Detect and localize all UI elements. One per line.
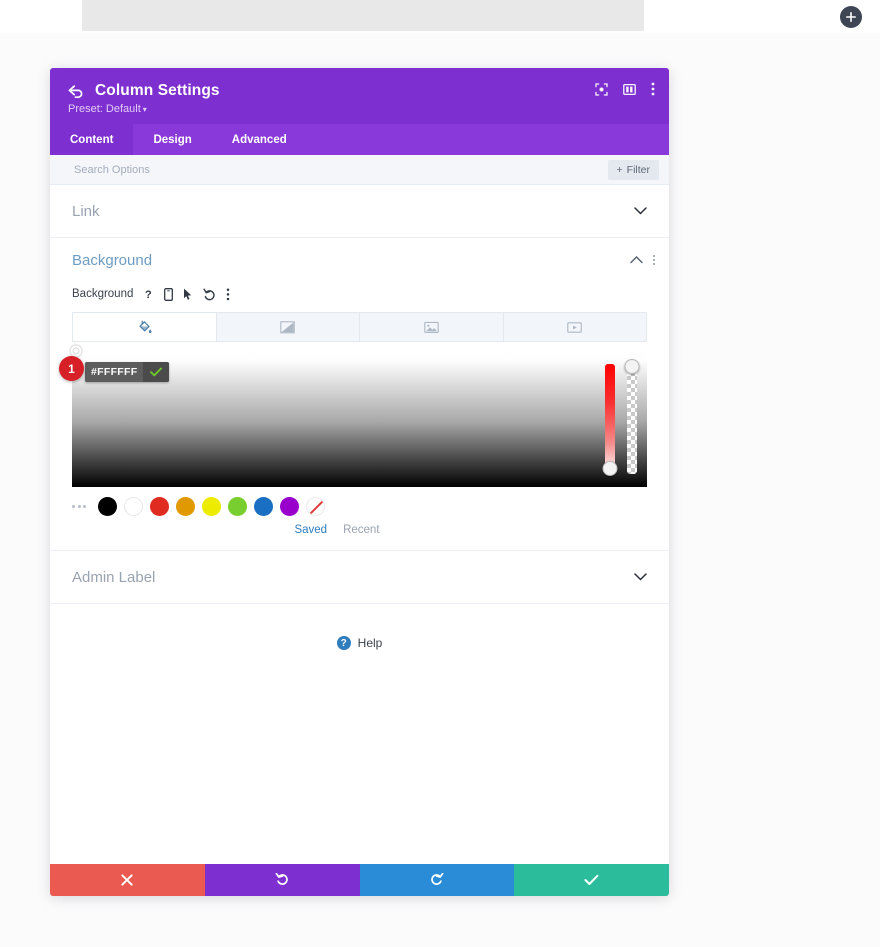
swatch-green[interactable] — [228, 497, 247, 516]
undo-button[interactable] — [204, 864, 360, 896]
paint-bucket-icon — [137, 320, 152, 335]
swatch-purple[interactable] — [280, 497, 299, 516]
more-vertical-icon[interactable] — [651, 82, 655, 96]
swatch-black[interactable] — [98, 497, 117, 516]
color-swatch-row — [50, 487, 669, 516]
filter-button[interactable]: + Filter — [607, 159, 659, 180]
add-section-button[interactable] — [840, 6, 862, 28]
tab-advanced[interactable]: Advanced — [212, 124, 307, 155]
help-row[interactable]: ? Help — [50, 604, 669, 694]
search-bar: + Filter — [50, 155, 669, 185]
more-colors-icon[interactable] — [72, 505, 86, 508]
palette-tab-saved[interactable]: Saved — [294, 524, 327, 536]
section-link-label: Link — [72, 202, 100, 220]
tab-design[interactable]: Design — [133, 124, 211, 155]
picker-cursor-handle[interactable] — [70, 345, 82, 357]
section-admin-label-text: Admin Label — [72, 568, 156, 586]
swatch-yellow[interactable] — [202, 497, 221, 516]
svg-text:?: ? — [145, 289, 152, 300]
modal-footer — [50, 864, 669, 896]
back-arrow-icon[interactable] — [68, 84, 83, 98]
hex-confirm-button[interactable] — [143, 362, 169, 382]
background-video-tab[interactable] — [503, 313, 646, 341]
background-image-tab[interactable] — [360, 313, 504, 341]
image-icon — [424, 320, 439, 335]
section-background-label: Background — [72, 251, 153, 269]
swatch-red[interactable] — [150, 497, 169, 516]
chevron-down-icon[interactable] — [634, 573, 647, 581]
hex-color-input[interactable] — [85, 362, 143, 382]
cancel-button[interactable] — [50, 864, 205, 896]
chevron-up-icon[interactable] — [630, 256, 643, 264]
step-badge-1: 1 — [59, 356, 84, 381]
hue-slider[interactable] — [602, 364, 618, 476]
background-field-label-row: Background ? — [50, 282, 669, 306]
alpha-slider[interactable] — [624, 359, 640, 474]
help-question-icon[interactable]: ? — [145, 288, 154, 300]
section-admin-label[interactable]: Admin Label — [50, 551, 669, 604]
page-content-block — [82, 0, 644, 31]
hover-cursor-icon[interactable] — [183, 288, 193, 301]
preset-caret-icon: ▾ — [142, 105, 147, 114]
section-options-icon[interactable] — [653, 255, 655, 265]
layout-panel-icon[interactable] — [623, 83, 636, 96]
redo-button[interactable] — [359, 864, 515, 896]
gradient-icon — [280, 320, 295, 335]
hex-color-field — [85, 362, 169, 382]
background-color-tab[interactable] — [73, 313, 217, 341]
search-input[interactable] — [72, 162, 608, 177]
background-gradient-tab[interactable] — [216, 313, 360, 341]
section-background-header[interactable]: Background — [50, 238, 669, 282]
background-type-tabs — [72, 312, 647, 342]
tab-content[interactable]: Content — [50, 124, 134, 155]
section-link[interactable]: Link — [50, 185, 669, 238]
focus-target-icon[interactable] — [595, 82, 608, 96]
filter-label: Filter — [626, 163, 650, 176]
responsive-phone-icon[interactable] — [164, 287, 174, 301]
modal-body-spacer — [50, 694, 669, 864]
modal-tabs: Content Design Advanced — [50, 124, 669, 155]
swatch-blue[interactable] — [254, 497, 273, 516]
palette-tab-recent[interactable]: Recent — [343, 524, 379, 536]
filter-plus-icon: + — [616, 163, 623, 176]
preset-label: Preset: Default — [68, 103, 141, 115]
swatch-transparent[interactable] — [306, 497, 325, 516]
video-icon — [567, 320, 582, 335]
palette-tabs: Saved Recent — [50, 516, 624, 550]
swatch-white[interactable] — [124, 497, 143, 516]
modal-title: Column Settings — [95, 82, 220, 99]
help-label: Help — [357, 636, 383, 650]
save-button[interactable] — [514, 864, 669, 896]
hue-slider-handle[interactable] — [602, 461, 618, 476]
preset-selector[interactable]: Preset: Default ▾ — [68, 103, 651, 115]
chevron-down-icon[interactable] — [634, 207, 647, 215]
alpha-slider-handle[interactable] — [624, 359, 640, 374]
help-question-icon: ? — [336, 636, 351, 650]
section-background: Background Background ? 1 #FFFFFF Saved … — [50, 238, 669, 551]
color-picker: 1 — [59, 345, 647, 487]
more-options-icon[interactable] — [226, 288, 230, 301]
modal-header: Column Settings Preset: Default ▾ — [50, 68, 669, 124]
header-icon-group — [595, 82, 655, 96]
column-settings-modal: Column Settings Preset: Default ▾ Conten… — [50, 68, 669, 896]
screen-canvas: Column Settings Preset: Default ▾ Conten… — [0, 0, 880, 947]
reset-undo-icon[interactable] — [203, 288, 216, 301]
swatch-orange[interactable] — [176, 497, 195, 516]
background-field-label: Background — [72, 288, 134, 300]
